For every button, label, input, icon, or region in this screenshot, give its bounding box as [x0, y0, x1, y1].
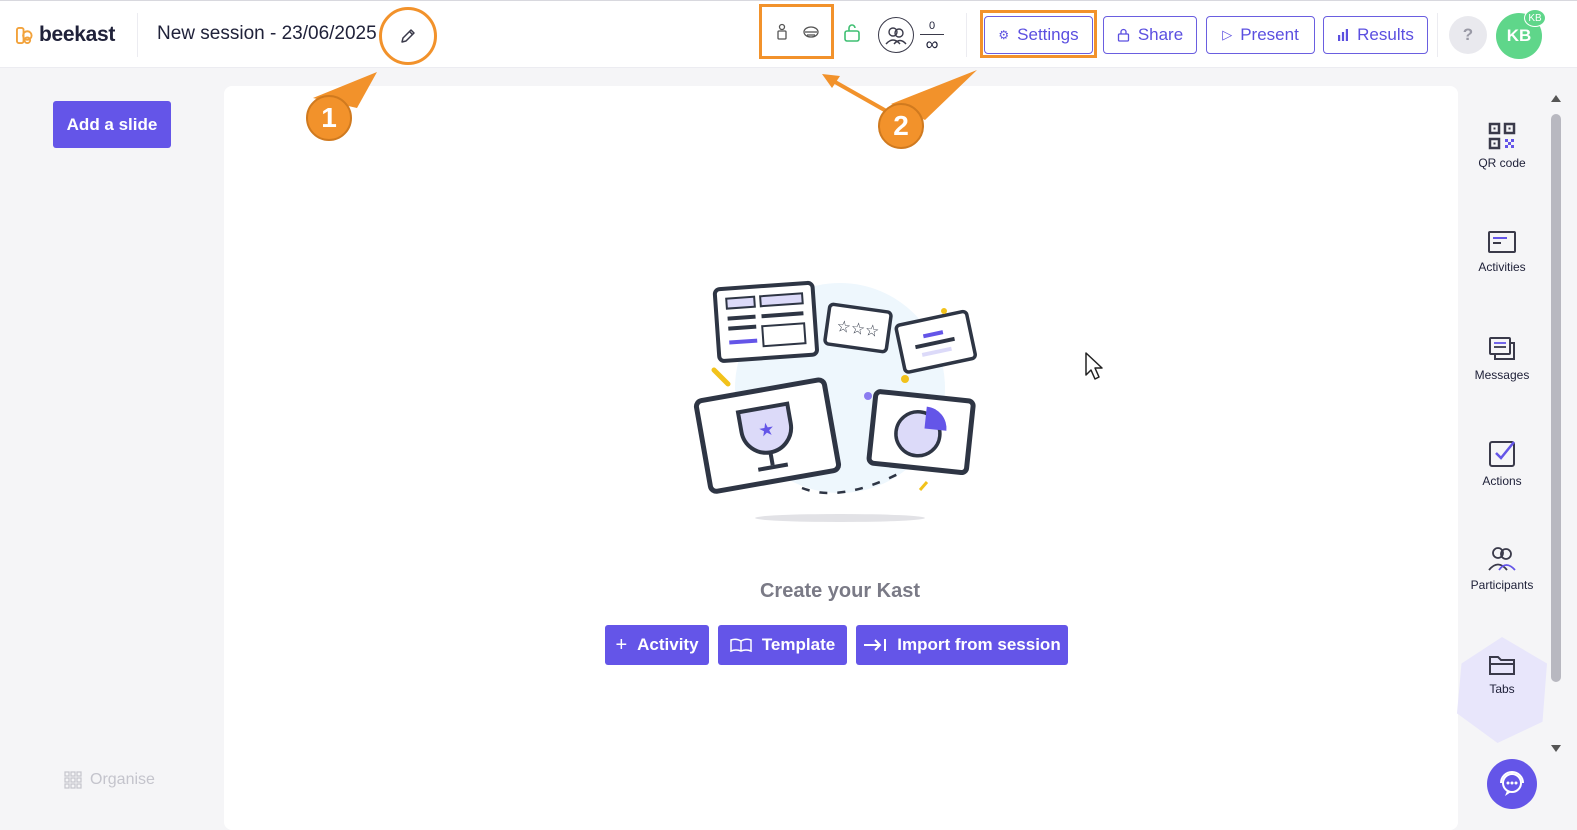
lock-icon	[1117, 28, 1129, 42]
header-divider	[137, 13, 138, 57]
import-from-session-button[interactable]: Import from session	[856, 625, 1068, 665]
callout-1-label: 1	[321, 102, 337, 133]
organise-label: Organise	[90, 771, 155, 788]
bar-chart-icon	[1338, 29, 1349, 41]
sidebar-item-participants[interactable]: Participants	[1460, 544, 1544, 592]
sidebar-item-activities[interactable]: Activities	[1460, 230, 1544, 274]
logo-text: beekast	[39, 23, 116, 46]
support-chat-button[interactable]	[1487, 759, 1537, 809]
sidebar-item-label: Messages	[1474, 368, 1530, 382]
present-button[interactable]: ▷ Present	[1206, 16, 1315, 54]
mouse-cursor-icon	[1085, 352, 1103, 380]
sidebar-item-tabs[interactable]: Tabs	[1460, 654, 1544, 696]
import-label: Import from session	[897, 635, 1061, 654]
plus-icon: +	[615, 633, 628, 656]
participants-count: 0	[928, 19, 936, 32]
results-button[interactable]: Results	[1323, 16, 1428, 54]
add-activity-button[interactable]: + Activity	[605, 625, 709, 665]
pencil-icon	[401, 29, 415, 43]
scroll-down-arrow[interactable]	[1549, 743, 1563, 755]
results-label: Results	[1357, 25, 1414, 44]
participants-ratio: 0 ∞	[920, 19, 944, 54]
share-button[interactable]: Share	[1103, 16, 1197, 54]
participants-icon	[1488, 547, 1516, 571]
checkbox-icon	[1489, 441, 1515, 467]
top-header: beekast New session - 23/06/2025 0 ∞ ⚙ S…	[0, 0, 1577, 68]
open-book-icon	[730, 638, 752, 653]
beekast-logo-icon	[16, 26, 33, 44]
scroll-up-arrow[interactable]	[1549, 92, 1563, 104]
session-title: New session - 23/06/2025	[157, 23, 377, 44]
participants-icon	[878, 17, 914, 53]
participants-counter[interactable]: 0 ∞	[878, 17, 944, 53]
template-label: Template	[761, 635, 836, 654]
play-icon: ▷	[1222, 27, 1233, 42]
header-divider	[1437, 13, 1438, 57]
activities-icon	[1488, 231, 1516, 253]
share-label: Share	[1137, 25, 1184, 44]
messages-icon	[1489, 337, 1515, 360]
organise-button[interactable]: Organise	[64, 771, 155, 789]
sidebar-item-label: QR code	[1478, 156, 1526, 170]
avatar-badge: KB	[1524, 9, 1546, 27]
session-mode-toggles	[759, 4, 834, 59]
sidebar-item-label: Actions	[1482, 474, 1522, 488]
header-divider	[966, 13, 967, 57]
presenter-mode-icon[interactable]	[773, 23, 791, 41]
sidebar-item-actions[interactable]: Actions	[1460, 438, 1544, 488]
import-arrow-icon	[864, 639, 887, 651]
qr-code-icon	[1488, 122, 1516, 150]
gear-icon: ⚙	[998, 28, 1010, 42]
sidebar-item-label: Participants	[1470, 578, 1534, 592]
help-button[interactable]: ?	[1449, 16, 1487, 54]
add-slide-button[interactable]: Add a slide	[53, 101, 171, 148]
settings-label: Settings	[1017, 25, 1079, 44]
grid-icon	[64, 771, 82, 789]
template-button[interactable]: Template	[718, 625, 847, 665]
settings-button[interactable]: ⚙ Settings	[984, 16, 1093, 54]
present-label: Present	[1240, 25, 1299, 44]
scrollbar-thumb[interactable]	[1551, 114, 1561, 682]
unlock-icon[interactable]	[842, 23, 862, 43]
activity-label: Activity	[637, 635, 699, 654]
callout-2-label: 2	[893, 110, 909, 141]
sidebar-item-qr-code[interactable]: QR code	[1460, 122, 1544, 170]
beekast-logo[interactable]: beekast	[16, 23, 115, 47]
chat-support-icon	[1500, 771, 1524, 796]
empty-kast-illustration: ☆☆☆ ★	[693, 280, 977, 522]
participants-limit: ∞	[925, 33, 939, 54]
sidebar-item-label: Activities	[1478, 260, 1526, 274]
edit-title-button[interactable]	[379, 7, 437, 65]
audience-mode-icon[interactable]	[802, 23, 820, 41]
create-kast-title: Create your Kast	[759, 580, 921, 602]
sidebar-item-messages[interactable]: Messages	[1460, 336, 1544, 382]
folder-icon	[1489, 656, 1515, 675]
sidebar-item-label: Tabs	[1489, 682, 1515, 696]
